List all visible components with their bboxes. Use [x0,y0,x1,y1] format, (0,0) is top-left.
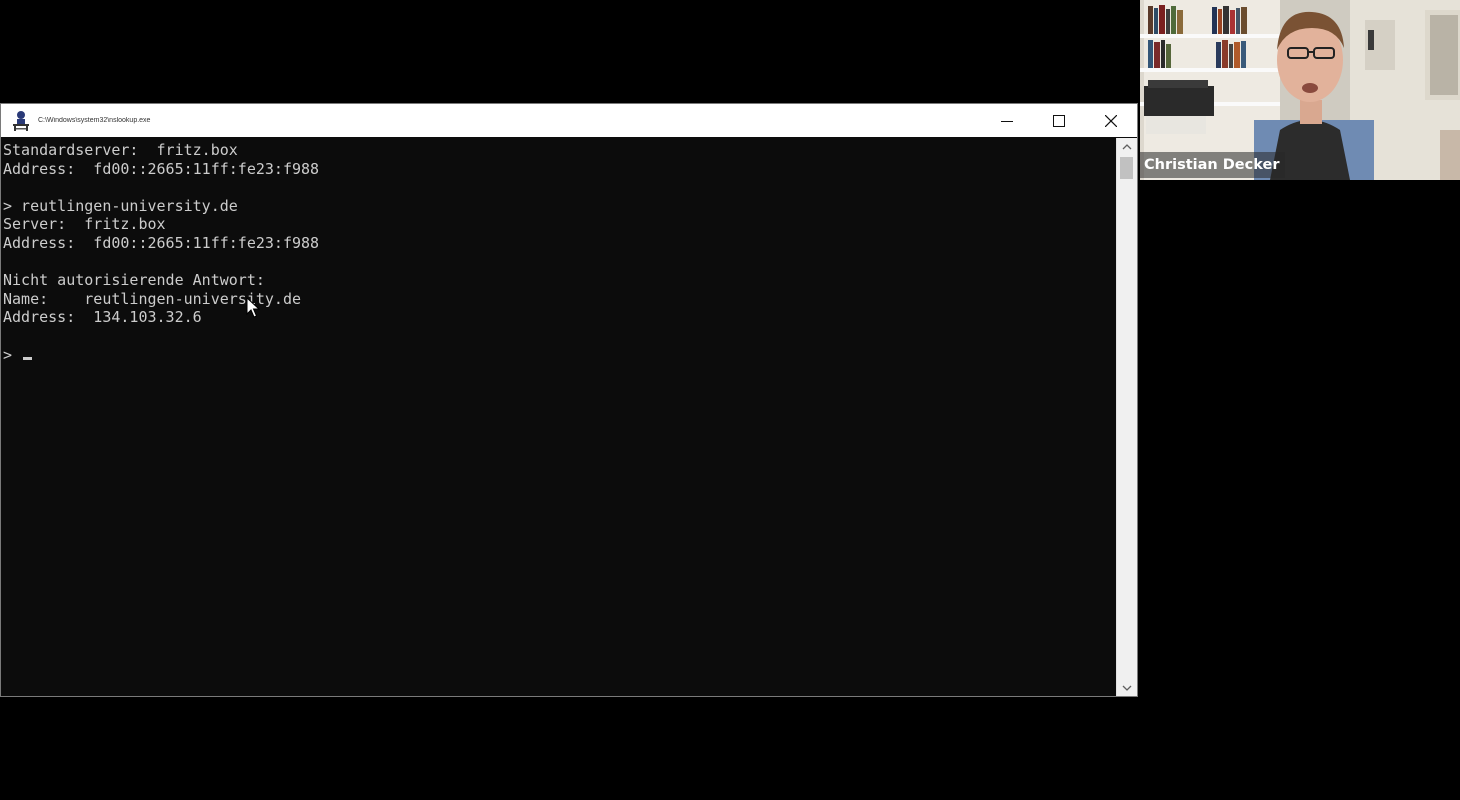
minimize-icon [1001,120,1013,122]
console-output[interactable]: Standardserver: fritz.box Address: fd00::… [1,138,1117,696]
console-line: Nicht autorisierende Antwort: [3,271,265,290]
console-window: C:\Windows\system32\nslookup.exe Standar… [0,103,1138,697]
text-cursor [23,356,33,360]
console-text: Standardserver: fritz.box Address: fd00::… [1,138,1117,364]
participant-video[interactable]: Christian Decker [1140,0,1460,180]
maximize-icon [1053,114,1065,127]
console-line: Server: fritz.box [3,215,166,234]
console-line: Name: reutlingen-university.de [3,289,302,308]
title-bar[interactable]: C:\Windows\system32\nslookup.exe [1,104,1137,137]
participant-name-label: Christian Decker [1140,152,1286,178]
chevron-up-icon [1122,143,1132,149]
close-button[interactable] [1085,104,1137,137]
minimize-button[interactable] [981,104,1033,137]
scroll-down-button[interactable] [1117,679,1137,696]
nslookup-app-icon [13,110,29,131]
console-line: Standardserver: fritz.box [3,141,238,159]
prompt-line[interactable]: > [3,346,1117,365]
console-line: Address: fd00::2665:11ff:fe23:f988 [3,159,320,178]
window-title: C:\Windows\system32\nslookup.exe [38,117,151,124]
scroll-up-button[interactable] [1117,138,1137,155]
console-line: > reutlingen-university.de [3,196,238,215]
maximize-button[interactable] [1033,104,1085,137]
console-line: Address: fd00::2665:11ff:fe23:f988 [3,233,320,252]
mouse-pointer-icon [246,297,260,318]
close-icon [1105,114,1117,127]
console-line: Address: 134.103.32.6 [3,308,202,327]
vertical-scrollbar[interactable] [1116,138,1137,696]
chevron-down-icon [1122,685,1132,691]
prompt: > [3,345,13,364]
scrollbar-thumb[interactable] [1120,157,1133,179]
